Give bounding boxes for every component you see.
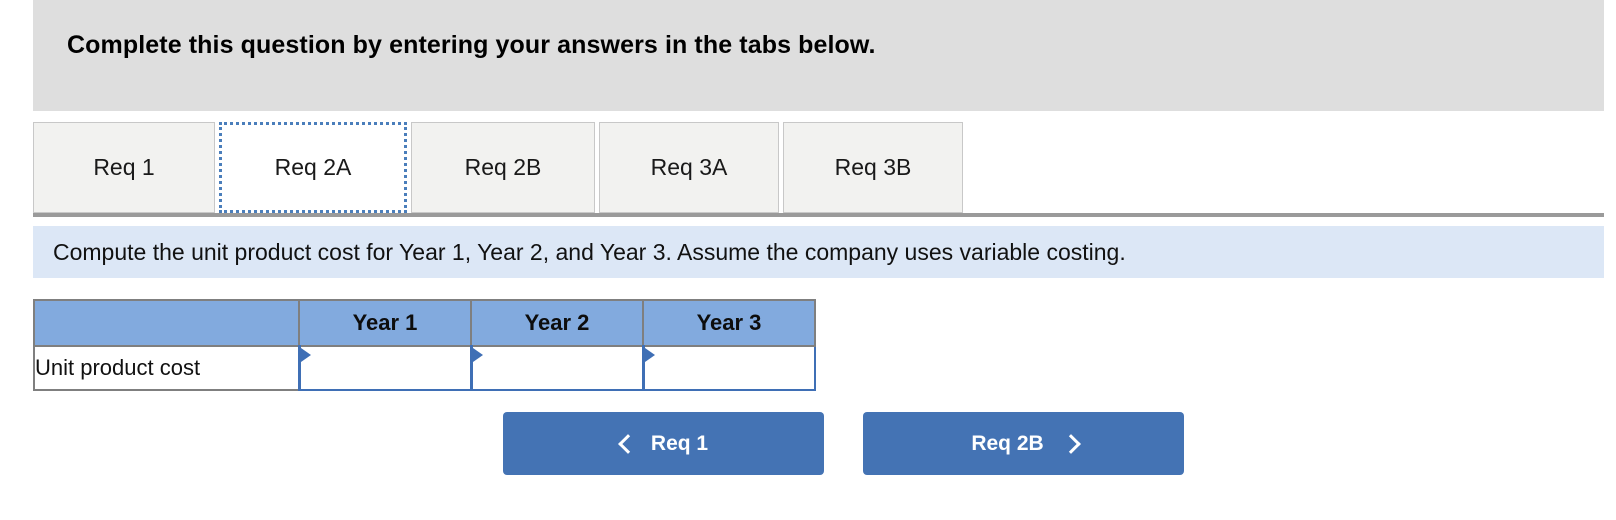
tab-req-3b[interactable]: Req 3B — [783, 122, 963, 213]
tab-req-3a[interactable]: Req 3A — [599, 122, 779, 213]
instruction-bar: Compute the unit product cost for Year 1… — [33, 226, 1604, 278]
next-req-label: Req 2B — [971, 431, 1044, 455]
input-unit-product-cost-year-3[interactable] — [644, 347, 814, 389]
row-label-unit-product-cost: Unit product cost — [33, 345, 300, 391]
question-banner: Complete this question by entering your … — [33, 0, 1604, 111]
tab-req-1[interactable]: Req 1 — [33, 122, 215, 213]
table-row: Unit product cost — [33, 345, 816, 391]
table-header-row: Year 1 Year 2 Year 3 — [33, 299, 816, 347]
prev-req-label: Req 1 — [650, 431, 709, 455]
tab-label: Req 2A — [274, 154, 352, 180]
chevron-left-icon — [619, 434, 633, 454]
tab-label: Req 3B — [834, 154, 912, 180]
table-header: Year 1 Year 2 Year 3 — [33, 299, 816, 347]
cell-marker-triangle-icon — [472, 348, 483, 362]
table-body: Unit product cost — [33, 345, 816, 391]
column-header-year-2: Year 2 — [470, 299, 644, 347]
tab-req-2a[interactable]: Req 2A — [219, 122, 407, 213]
input-unit-product-cost-year-1[interactable] — [300, 347, 470, 389]
navigation-buttons: Req 1 Req 2B — [503, 412, 1184, 475]
banner-title: Complete this question by entering your … — [67, 31, 876, 59]
prev-req-button[interactable]: Req 1 — [503, 412, 824, 475]
tab-label: Req 1 — [93, 154, 155, 180]
tab-label: Req 2B — [464, 154, 542, 180]
cell-unit-product-cost-year-1[interactable] — [297, 345, 472, 391]
unit-product-cost-table: Year 1 Year 2 Year 3 Unit product cost — [33, 299, 816, 391]
tab-label: Req 3A — [650, 154, 728, 180]
next-req-button[interactable]: Req 2B — [863, 412, 1184, 475]
cell-marker-triangle-icon — [300, 348, 311, 362]
input-unit-product-cost-year-2[interactable] — [472, 347, 642, 389]
chevron-right-icon — [1062, 434, 1076, 454]
cell-marker-triangle-icon — [644, 348, 655, 362]
column-header-year-3: Year 3 — [642, 299, 816, 347]
tab-separator — [33, 213, 1604, 217]
requirement-tabs: Req 1 Req 2A Req 2B Req 3A Req 3B — [33, 122, 963, 213]
cell-unit-product-cost-year-2[interactable] — [469, 345, 644, 391]
column-header-year-1: Year 1 — [298, 299, 472, 347]
tab-req-2b[interactable]: Req 2B — [411, 122, 595, 213]
instruction-text: Compute the unit product cost for Year 1… — [53, 238, 1126, 265]
cell-unit-product-cost-year-3[interactable] — [641, 345, 816, 391]
column-header-blank — [33, 299, 300, 347]
